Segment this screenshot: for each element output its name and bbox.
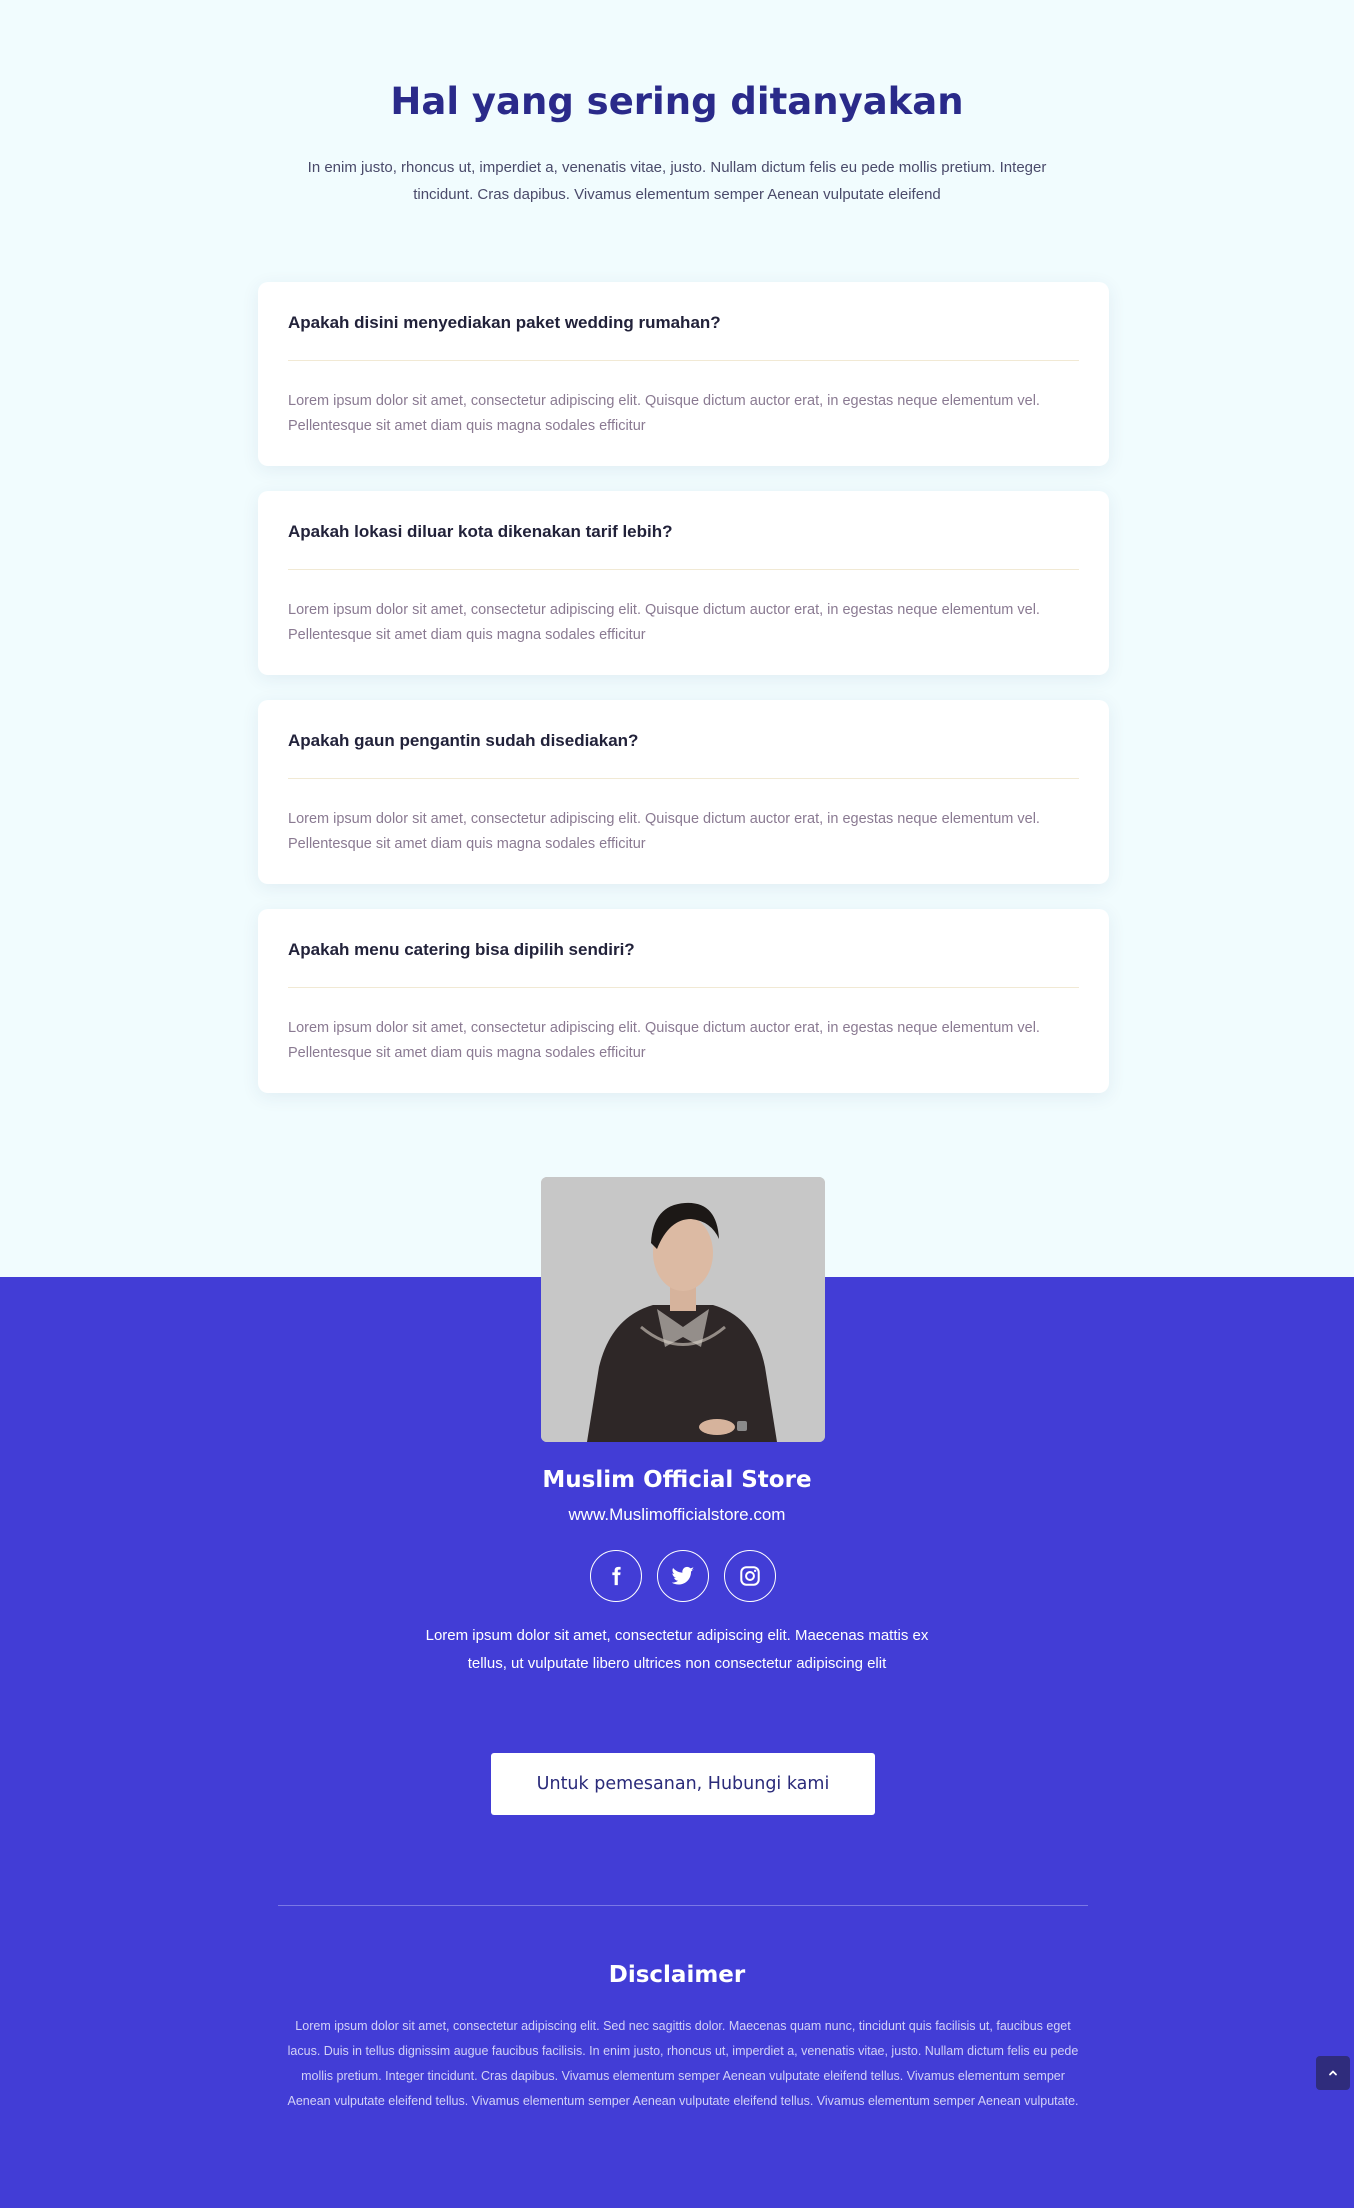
contact-us-button[interactable]: Untuk pemesanan, Hubungi kami bbox=[491, 1753, 875, 1815]
avatar bbox=[541, 1177, 825, 1442]
footer-divider bbox=[278, 1905, 1088, 1906]
store-owner-photo bbox=[541, 1177, 825, 1442]
faq-question[interactable]: Apakah disini menyediakan paket wedding … bbox=[288, 313, 1079, 333]
faq-answer: Lorem ipsum dolor sit amet, consectetur … bbox=[288, 602, 1040, 643]
faq-card[interactable]: Apakah gaun pengantin sudah disediakan? … bbox=[258, 700, 1109, 884]
instagram-button[interactable] bbox=[724, 1550, 776, 1602]
faq-answer: Lorem ipsum dolor sit amet, consectetur … bbox=[288, 393, 1040, 434]
faq-intro: In enim justo, rhoncus ut, imperdiet a, … bbox=[307, 159, 1047, 203]
faq-divider bbox=[288, 569, 1079, 570]
faq-title: Hal yang sering ditanyakan bbox=[390, 80, 964, 123]
scroll-to-top-button[interactable] bbox=[1316, 2056, 1350, 2090]
faq-divider bbox=[288, 987, 1079, 988]
faq-section: Hal yang sering ditanyakan In enim justo… bbox=[0, 0, 1354, 1277]
faq-divider bbox=[288, 360, 1079, 361]
faq-question[interactable]: Apakah gaun pengantin sudah disediakan? bbox=[288, 731, 1079, 751]
faq-card[interactable]: Apakah disini menyediakan paket wedding … bbox=[258, 282, 1109, 466]
twitter-button[interactable] bbox=[657, 1550, 709, 1602]
faq-divider bbox=[288, 778, 1079, 779]
chevron-up-icon bbox=[1329, 2070, 1337, 2076]
about-text: Lorem ipsum dolor sit amet, consectetur … bbox=[425, 1627, 929, 1672]
faq-card[interactable]: Apakah menu catering bisa dipilih sendir… bbox=[258, 909, 1109, 1093]
disclaimer-text: Lorem ipsum dolor sit amet, consectetur … bbox=[287, 2019, 1079, 2108]
faq-answer: Lorem ipsum dolor sit amet, consectetur … bbox=[288, 1020, 1040, 1061]
facebook-button[interactable] bbox=[590, 1550, 642, 1602]
twitter-icon bbox=[671, 1566, 694, 1585]
instagram-icon bbox=[740, 1566, 760, 1586]
facebook-icon bbox=[612, 1566, 621, 1586]
faq-answer: Lorem ipsum dolor sit amet, consectetur … bbox=[288, 811, 1040, 852]
store-url[interactable]: www.Muslimofficialstore.com bbox=[0, 1505, 1354, 1525]
faq-question[interactable]: Apakah lokasi diluar kota dikenakan tari… bbox=[288, 522, 1079, 542]
disclaimer-title: Disclaimer bbox=[608, 1962, 746, 1988]
faq-question[interactable]: Apakah menu catering bisa dipilih sendir… bbox=[288, 940, 1079, 960]
store-name: Muslim Official Store bbox=[542, 1467, 812, 1493]
faq-card[interactable]: Apakah lokasi diluar kota dikenakan tari… bbox=[258, 491, 1109, 675]
